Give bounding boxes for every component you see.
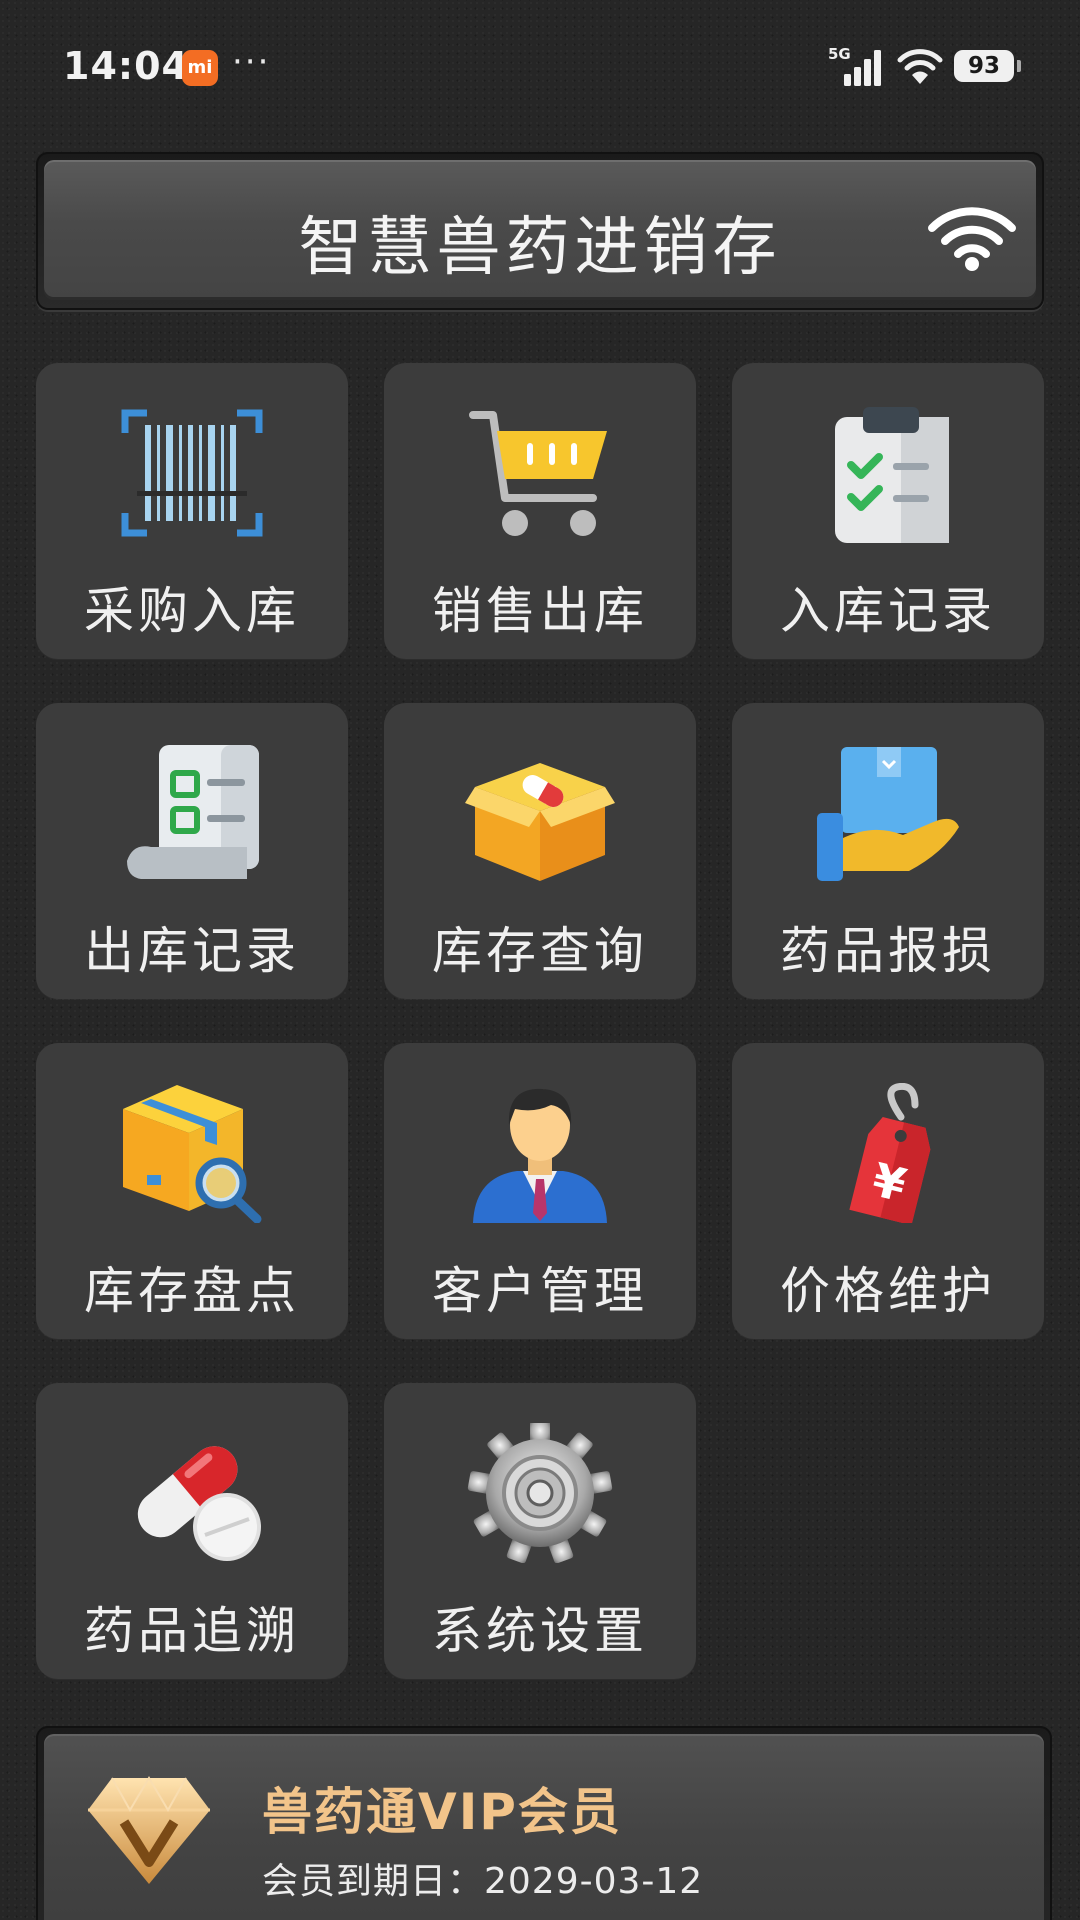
menu-tile-label: 库存盘点 (84, 1262, 300, 1320)
menu-tile-drug-tracing[interactable]: 药品追溯 (36, 1383, 348, 1679)
box-magnifier-icon (123, 1085, 262, 1223)
status-time: 14:04 (63, 44, 189, 88)
menu-tile-label: 销售出库 (432, 582, 648, 640)
network-type-label: 5G (828, 45, 851, 63)
menu-tile-label: 药品追溯 (84, 1602, 300, 1660)
more-notifications-icon: ··· (232, 42, 271, 82)
signal-5g-icon: 5G (828, 45, 881, 86)
clipboard-checklist-icon (835, 407, 949, 543)
menu-tile-label: 系统设置 (432, 1602, 648, 1660)
mi-app-icon: mi (182, 50, 218, 86)
menu-tile-label: 入库记录 (780, 582, 996, 640)
barcode-scan-icon (121, 409, 263, 537)
app-header: 智慧兽药进销存 (44, 160, 1036, 300)
status-bar: 14:04 mi ··· 5G 93 (0, 0, 1080, 130)
medicine-box-icon (465, 763, 615, 881)
shopping-cart-icon (469, 411, 607, 536)
menu-tile-price-maintenance[interactable]: ¥ 价格维护 (732, 1043, 1044, 1339)
page-title: 智慧兽药进销存 (298, 211, 782, 285)
battery-indicator: 93 (954, 50, 1021, 82)
menu-tile-sales-out[interactable]: 销售出库 (384, 363, 696, 659)
menu-tile-outbound-records[interactable]: 出库记录 (36, 703, 348, 999)
menu-tile-label: 客户管理 (432, 1262, 648, 1320)
menu-tile-label: 药品报损 (780, 922, 996, 980)
diamond-v-icon (88, 1776, 210, 1884)
wifi-status-icon (897, 49, 943, 84)
pills-icon (137, 1446, 261, 1561)
menu-tile-system-settings[interactable]: 系统设置 (384, 1383, 696, 1679)
vip-title: 兽药通VIP会员 (262, 1783, 622, 1841)
menu-tile-label: 库存查询 (432, 922, 648, 980)
vip-membership-banner[interactable]: 兽药通VIP会员 会员到期日：2029-03-12 (44, 1734, 1044, 1920)
price-tag-yen-icon: ¥ (849, 1083, 931, 1223)
menu-tile-stock-query[interactable]: 库存查询 (384, 703, 696, 999)
wifi-icon[interactable] (928, 204, 1016, 272)
menu-tile-label: 出库记录 (84, 922, 300, 980)
menu-tile-customer-management[interactable]: 客户管理 (384, 1043, 696, 1339)
receipt-list-icon (127, 745, 259, 879)
vip-expiry-date: 会员到期日：2029-03-12 (262, 1861, 704, 1902)
menu-tile-purchase-in[interactable]: 采购入库 (36, 363, 348, 659)
menu-tile-damage-report[interactable]: 药品报损 (732, 703, 1044, 999)
menu-tile-stocktake[interactable]: 库存盘点 (36, 1043, 348, 1339)
customer-person-icon (473, 1088, 607, 1223)
menu-tile-label: 采购入库 (84, 582, 300, 640)
gear-icon (467, 1423, 613, 1563)
menu-tile-label: 价格维护 (780, 1262, 996, 1320)
box-in-hand-icon (817, 747, 959, 881)
menu-tile-inbound-records[interactable]: 入库记录 (732, 363, 1044, 659)
